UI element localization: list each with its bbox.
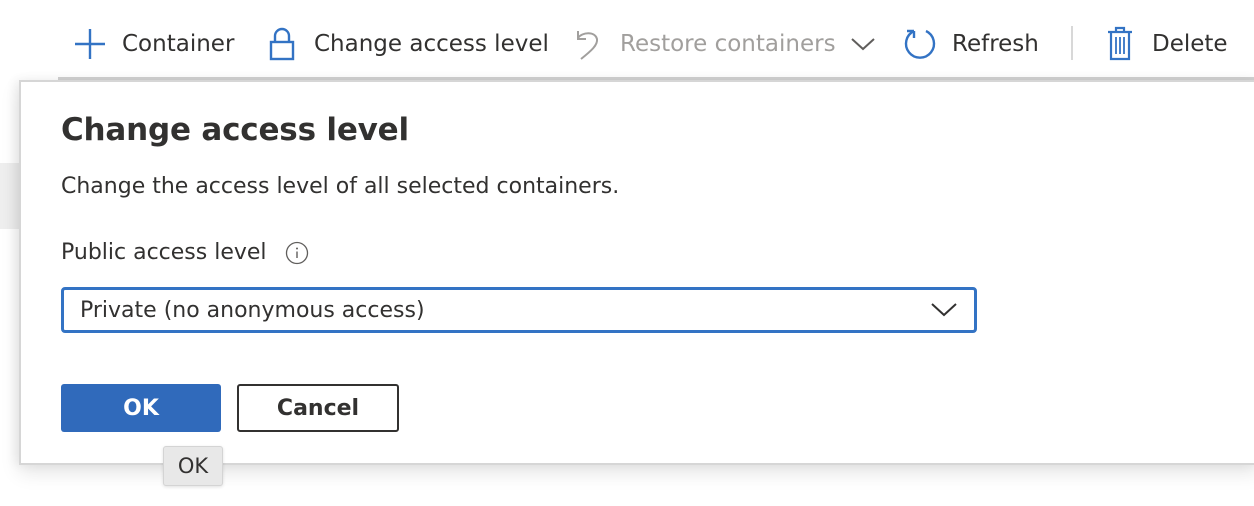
add-container-button[interactable]: Container [72, 24, 234, 64]
add-container-label: Container [122, 31, 235, 57]
change-access-level-dialog: Change access level Change the access le… [19, 80, 1254, 465]
dialog-title: Change access level [61, 112, 409, 148]
select-value: Private (no anonymous access) [80, 297, 425, 323]
delete-button[interactable]: Delete [1102, 24, 1228, 64]
toolbar-divider [1071, 26, 1073, 60]
restore-containers-label: Restore containers [620, 31, 836, 57]
cancel-button[interactable]: Cancel [237, 384, 399, 432]
undo-icon [570, 26, 606, 62]
chevron-down-icon [850, 36, 876, 52]
refresh-button[interactable]: Refresh [902, 24, 1039, 64]
dialog-description: Change the access level of all selected … [61, 174, 620, 199]
change-access-level-button[interactable]: Change access level [264, 24, 549, 64]
ok-tooltip: OK [163, 446, 223, 486]
change-access-level-label: Change access level [314, 31, 549, 57]
chevron-down-icon [930, 300, 958, 320]
delete-label: Delete [1152, 31, 1228, 57]
plus-icon [72, 26, 108, 62]
restore-containers-button[interactable]: Restore containers [570, 24, 876, 64]
refresh-icon [902, 26, 938, 62]
ok-button[interactable]: OK [61, 384, 221, 432]
refresh-label: Refresh [952, 31, 1039, 57]
command-bar: Container Change access level Restore co… [0, 0, 1254, 82]
trash-icon [1102, 26, 1138, 62]
lock-icon [264, 26, 300, 62]
field-label-text: Public access level [61, 240, 267, 265]
public-access-level-select[interactable]: Private (no anonymous access) [61, 287, 977, 333]
info-icon[interactable] [285, 241, 309, 265]
public-access-level-label: Public access level [61, 240, 309, 265]
